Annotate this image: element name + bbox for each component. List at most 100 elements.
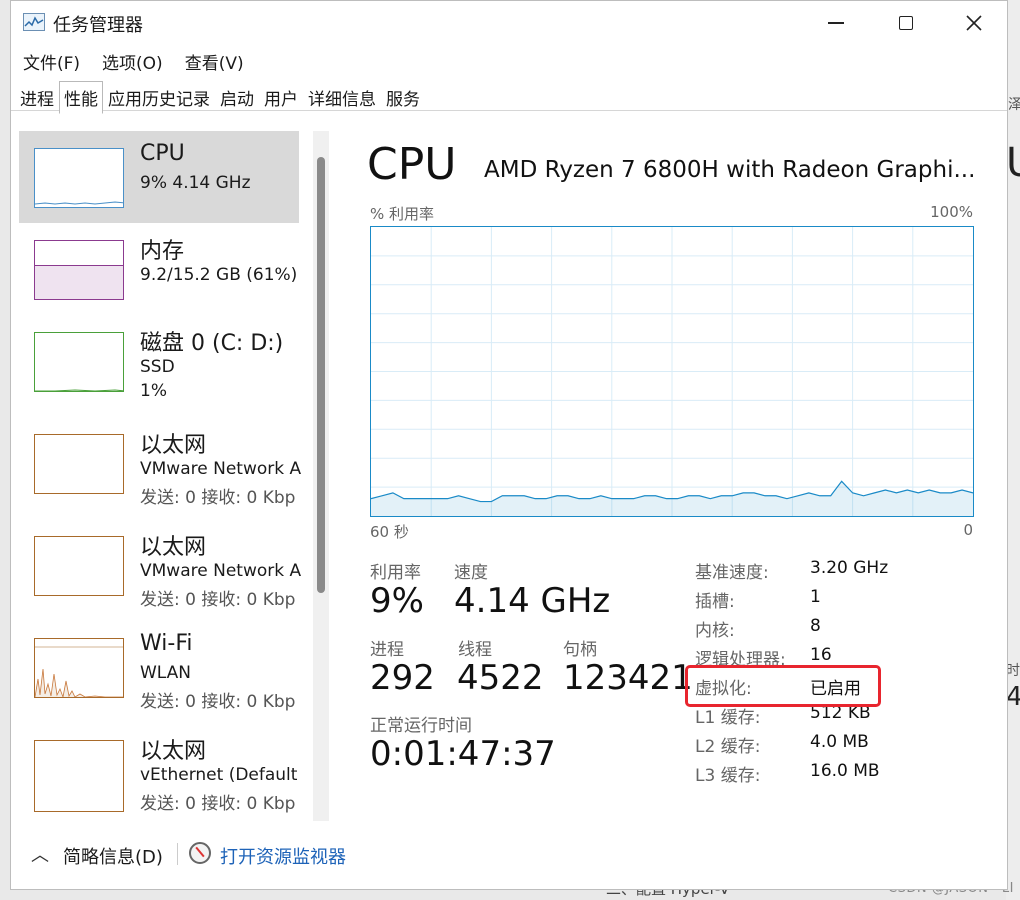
resource-summary: VMware Network A (140, 459, 302, 479)
tab-users[interactable]: 用户 (259, 81, 303, 114)
menu-view[interactable]: 查看(V) (173, 47, 254, 75)
background-window-edge: 泽 U 时 4 (1006, 0, 1020, 900)
utilization-label: 利用率 (370, 563, 421, 583)
resource-throughput: 发送: 0 接收: 0 Kbp (140, 692, 296, 712)
tab-details[interactable]: 详细信息 (303, 81, 381, 114)
graph-y-max: 100% (930, 203, 973, 221)
virtualization-highlight (685, 665, 881, 707)
background-text: 泽 (1008, 97, 1020, 113)
detail-value: 3.20 GHz (810, 558, 889, 578)
resource-summary: VMware Network A (140, 561, 302, 581)
tab-startup[interactable]: 启动 (215, 81, 259, 114)
resource-name: Wi-Fi (140, 631, 193, 656)
resource-summary: vEthernet (Default (140, 765, 298, 785)
processes-label: 进程 (370, 640, 404, 660)
chevron-up-icon[interactable]: ︿ (31, 841, 49, 867)
cpu-detail-panel: CPU AMD Ryzen 7 6800H with Radeon Graphi… (351, 111, 991, 831)
detail-value: 1 (810, 587, 821, 607)
scrollbar-thumb[interactable] (317, 157, 325, 593)
detail-key: 插槽: (695, 592, 735, 612)
handles-label: 句柄 (563, 640, 597, 660)
fewer-details-link[interactable]: 简略信息(D) (63, 843, 163, 869)
resource-throughput: 发送: 0 接收: 0 Kbp (140, 590, 296, 610)
resource-name: 以太网 (140, 433, 207, 458)
detail-value: 16 (810, 645, 832, 665)
background-text: 4 (1006, 682, 1020, 712)
detail-key: L2 缓存: (695, 737, 761, 757)
resource-list: CPU 9% 4.14 GHz 内存 9.2/15.2 GB (61%) 磁盘 … (19, 131, 329, 821)
window-title: 任务管理器 (53, 15, 143, 36)
processes-value: 292 (370, 658, 435, 698)
resource-item-ethernet[interactable]: 以太网 vEthernet (Default 发送: 0 接收: 0 Kbp (19, 723, 299, 815)
background-text: U (1006, 140, 1020, 186)
ethernet-thumbnail (34, 434, 124, 494)
memory-thumbnail (34, 240, 124, 300)
resource-summary: SSD (140, 357, 175, 377)
speed-value: 4.14 GHz (454, 581, 611, 621)
tab-services[interactable]: 服务 (381, 81, 425, 114)
task-manager-window: 任务管理器 文件(F) 选项(O) 查看(V) 进程 性能 应用历史记录 启动 … (10, 0, 1008, 890)
resource-usage: 1% (140, 381, 167, 401)
menu-options[interactable]: 选项(O) (90, 47, 173, 75)
resource-item-ethernet[interactable]: 以太网 VMware Network A 发送: 0 接收: 0 Kbp (19, 519, 301, 611)
resource-monitor-icon[interactable] (189, 842, 211, 864)
title-bar[interactable]: 任务管理器 (11, 1, 1007, 45)
utilization-value: 9% (370, 581, 424, 621)
tab-app-history[interactable]: 应用历史记录 (103, 81, 215, 114)
resource-throughput: 发送: 0 接收: 0 Kbp (140, 794, 296, 814)
minimize-button[interactable] (813, 7, 859, 39)
menu-bar: 文件(F) 选项(O) 查看(V) (11, 47, 254, 75)
tab-performance[interactable]: 性能 (59, 81, 103, 114)
detail-value: 16.0 MB (810, 761, 880, 781)
resource-summary: 9.2/15.2 GB (61%) (140, 265, 298, 285)
close-icon (966, 15, 982, 31)
ethernet-thumbnail (34, 536, 124, 596)
page-title: CPU (367, 139, 457, 190)
menu-file[interactable]: 文件(F) (11, 47, 90, 75)
minimize-icon (828, 22, 844, 24)
resource-item-wifi[interactable]: Wi-Fi WLAN 发送: 0 接收: 0 Kbp (19, 621, 299, 713)
resource-item-cpu[interactable]: CPU 9% 4.14 GHz (19, 131, 299, 223)
resource-summary: 9% 4.14 GHz (140, 173, 251, 193)
tab-processes[interactable]: 进程 (15, 81, 59, 114)
uptime-value: 0:01:47:37 (370, 734, 556, 774)
detail-key: 内核: (695, 621, 735, 641)
detail-value: 8 (810, 616, 821, 636)
speed-label: 速度 (454, 563, 488, 583)
task-manager-icon (23, 13, 45, 31)
uptime-label: 正常运行时间 (370, 716, 472, 736)
handles-value: 123421 (563, 658, 693, 698)
disk-thumbnail (34, 332, 124, 392)
resource-name: 以太网 (140, 739, 207, 764)
ethernet-thumbnail (34, 740, 124, 812)
wifi-thumbnail (34, 638, 124, 698)
cpu-thumbnail (34, 148, 124, 208)
graph-y-label: % 利用率 (370, 205, 435, 223)
resource-name: 内存 (140, 239, 185, 264)
resource-summary: WLAN (140, 663, 192, 683)
maximize-button[interactable] (883, 7, 929, 39)
resource-name: 磁盘 0 (C: D:) (140, 331, 284, 356)
graph-time-span: 60 秒 (370, 523, 409, 541)
graph-time-zero: 0 (963, 521, 973, 539)
background-text: 时 (1006, 663, 1020, 679)
resource-item-ethernet[interactable]: 以太网 VMware Network A 发送: 0 接收: 0 Kbp (19, 417, 301, 509)
detail-key: 基准速度: (695, 563, 769, 583)
resource-name: CPU (140, 141, 185, 166)
threads-label: 线程 (458, 640, 492, 660)
detail-key: L3 缓存: (695, 766, 761, 786)
close-button[interactable] (951, 7, 997, 39)
resource-item-disk[interactable]: 磁盘 0 (C: D:) SSD 1% (19, 315, 299, 407)
cpu-model-name: AMD Ryzen 7 6800H with Radeon Graphi... (484, 157, 976, 183)
detail-value: 4.0 MB (810, 732, 869, 752)
resource-throughput: 发送: 0 接收: 0 Kbp (140, 488, 296, 508)
threads-value: 4522 (457, 658, 544, 698)
maximize-icon (899, 16, 913, 30)
cpu-utilization-graph (370, 226, 974, 517)
open-resource-monitor-link[interactable]: 打开资源监视器 (220, 843, 346, 869)
footer-divider (177, 843, 178, 865)
tab-bar: 进程 性能 应用历史记录 启动 用户 详细信息 服务 (11, 79, 1007, 114)
footer-bar: ︿ 简略信息(D) 打开资源监视器 (11, 831, 1007, 881)
resource-item-memory[interactable]: 内存 9.2/15.2 GB (61%) (19, 223, 299, 315)
resource-list-scrollbar[interactable] (313, 131, 329, 821)
